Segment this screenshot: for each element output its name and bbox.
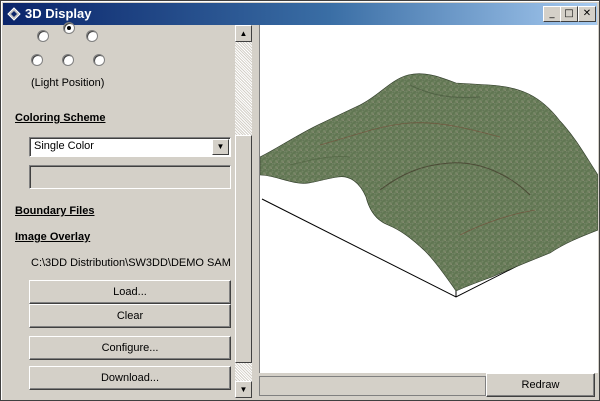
- configure-button[interactable]: Configure...: [29, 336, 231, 360]
- light-position-radio-center[interactable]: [62, 54, 74, 66]
- light-position-radio-top[interactable]: [63, 22, 75, 34]
- 3d-view[interactable]: [259, 25, 598, 373]
- boundary-files-heading[interactable]: Boundary Files: [15, 205, 94, 217]
- image-overlay-path: C:\3DD Distribution\SW3DD\DEMO SAM: [31, 257, 231, 269]
- app-icon: [7, 7, 21, 21]
- view-horizontal-scrollbar[interactable]: [259, 376, 486, 396]
- color-field: [29, 165, 231, 189]
- light-position-radio-top-left[interactable]: [37, 30, 49, 42]
- terrain-render: [260, 73, 598, 298]
- scroll-down-icon[interactable]: ▼: [235, 381, 252, 398]
- app-window: 3D Display _ □ ✕ (Light Position) Colori…: [0, 0, 600, 401]
- minimize-button[interactable]: _: [543, 6, 561, 22]
- view-toolbar: Redraw: [259, 373, 597, 398]
- coloring-scheme-value: Single Color: [34, 140, 94, 152]
- coloring-scheme-select[interactable]: Single Color ▼: [29, 137, 231, 157]
- load-button[interactable]: Load...: [29, 280, 231, 304]
- image-overlay-heading: Image Overlay: [15, 231, 91, 243]
- download-button[interactable]: Download...: [29, 366, 231, 390]
- maximize-button[interactable]: □: [560, 6, 578, 22]
- light-position-radio-top-right[interactable]: [86, 30, 98, 42]
- light-position-radio-right[interactable]: [93, 54, 105, 66]
- title-bar[interactable]: 3D Display _ □ ✕: [3, 3, 597, 25]
- window-title: 3D Display: [25, 6, 92, 21]
- redraw-button[interactable]: Redraw: [486, 373, 595, 397]
- scroll-up-icon[interactable]: ▲: [235, 25, 252, 42]
- scroll-thumb[interactable]: [235, 135, 252, 363]
- light-position-radio-left[interactable]: [31, 54, 43, 66]
- terrain-surface: [260, 73, 598, 292]
- light-position-label: (Light Position): [31, 77, 105, 89]
- clear-button[interactable]: Clear: [29, 304, 231, 328]
- settings-scrollbar[interactable]: ▲ ▼: [235, 25, 252, 398]
- settings-panel: (Light Position) Coloring Scheme Single …: [3, 22, 235, 398]
- coloring-scheme-heading: Coloring Scheme: [15, 112, 106, 124]
- close-button[interactable]: ✕: [578, 6, 596, 22]
- dropdown-arrow-icon[interactable]: ▼: [212, 139, 229, 155]
